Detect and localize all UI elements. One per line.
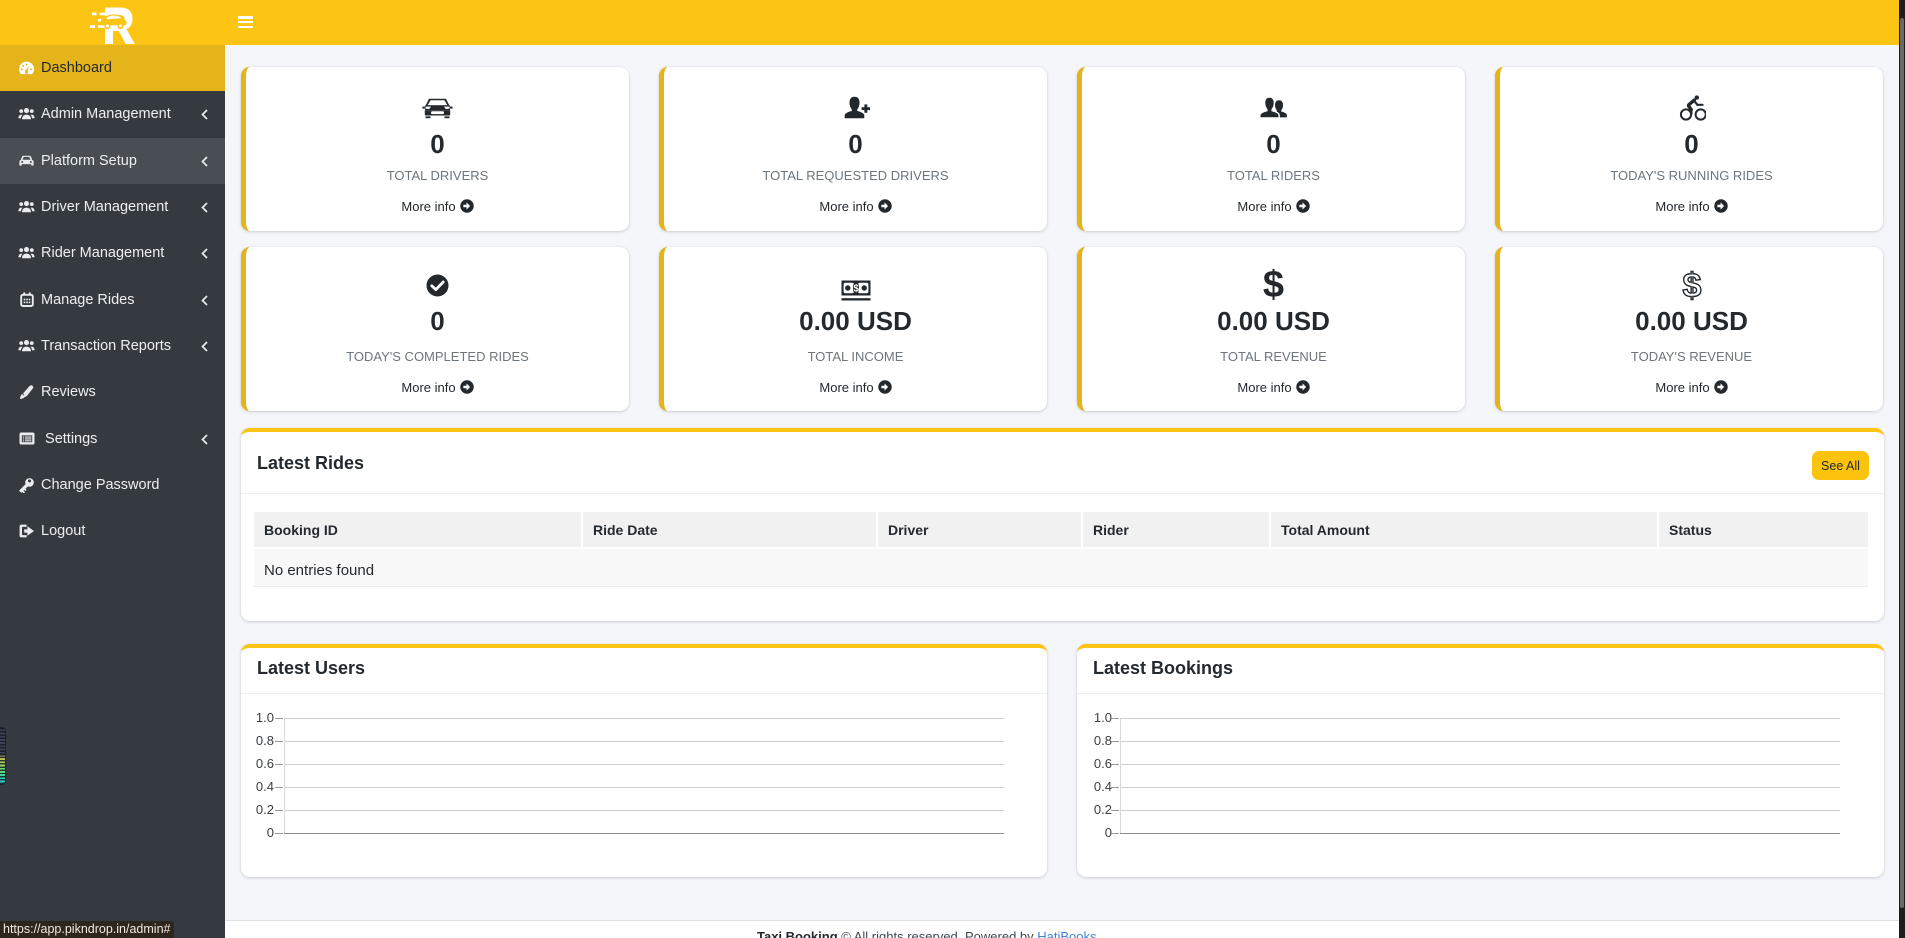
svg-text:$: $ [853,283,859,294]
svg-text:$: $ [1682,269,1701,303]
